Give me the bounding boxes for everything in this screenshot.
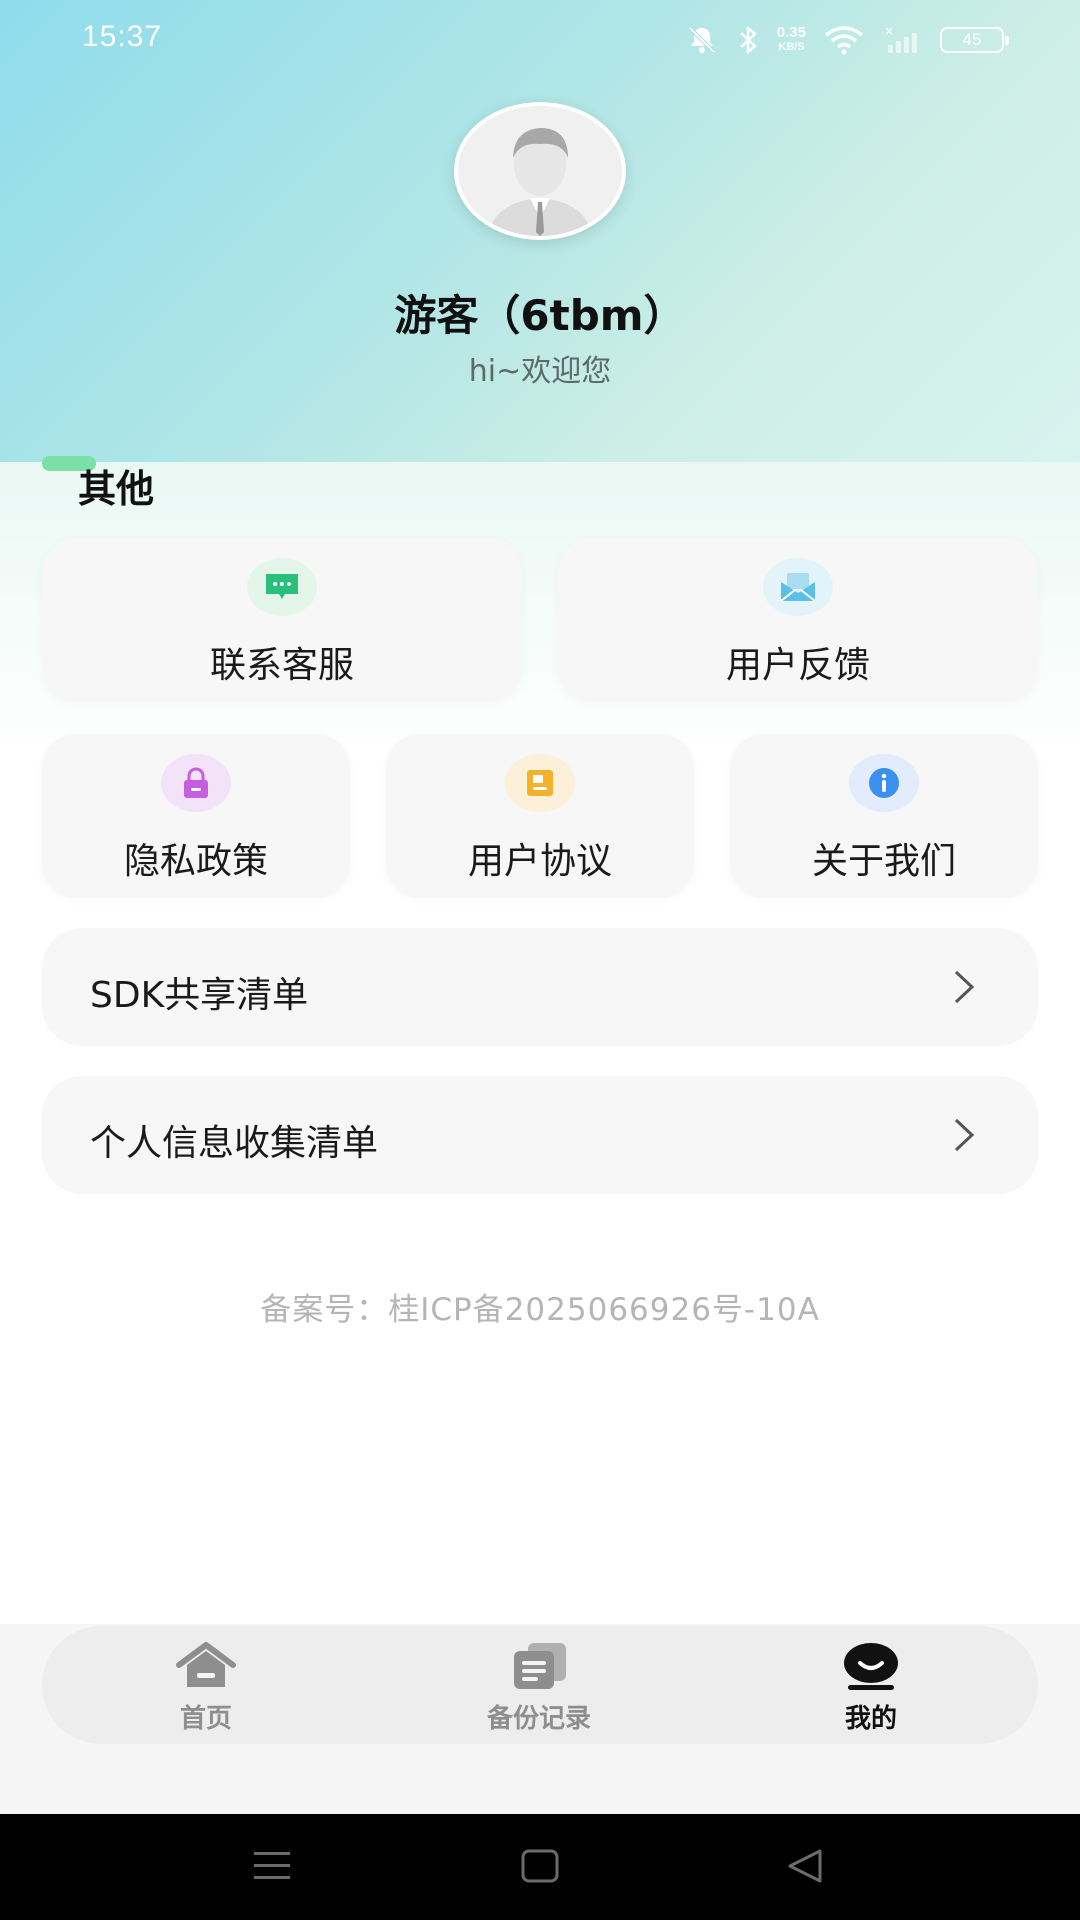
status-icons: 0.35 KB/S × 45 [685,20,1009,60]
status-bar: 15:37 0.35 KB/S × 45 [0,0,1080,76]
menu-icon[interactable] [252,1844,292,1892]
personal-info-list-row[interactable]: 个人信息收集清单 [42,1076,1038,1194]
chat-icon [247,558,317,616]
signal-icon: × [882,25,922,55]
nav-home[interactable]: 首页 [106,1640,306,1735]
section-title: 其他 [78,467,155,511]
chevron-right-icon [952,1116,976,1158]
user-agreement-label: 用户协议 [467,841,612,882]
nav-backup-records-label: 备份记录 [486,1704,591,1734]
nav-home-label: 首页 [179,1704,232,1734]
network-speed: 0.35 KB/S [777,25,806,55]
document-icon [505,754,575,812]
sdk-share-list-row[interactable]: SDK共享清单 [42,928,1038,1046]
avatar[interactable] [454,102,626,240]
info-icon [849,754,919,812]
backup-records-icon [439,1640,639,1692]
network-speed-unit: KB/S [778,41,805,53]
nav-mine[interactable]: 我的 [771,1640,971,1735]
nav-mine-label: 我的 [844,1704,897,1734]
profile-icon [771,1640,971,1692]
mute-bell-icon [685,23,719,57]
user-feedback-label: 用户反馈 [725,645,870,686]
battery-level: 45 [962,30,982,49]
svg-text:×: × [884,25,894,38]
privacy-policy-label: 隐私政策 [123,841,268,882]
user-agreement-card[interactable]: 用户协议 [386,734,694,898]
contact-support-label: 联系客服 [209,645,354,686]
network-speed-value: 0.35 [776,24,806,41]
bluetooth-icon [737,24,759,56]
battery-indicator: 45 [940,27,1009,53]
user-name: 游客（6tbm） [394,291,686,340]
mail-icon [763,558,833,616]
personal-info-list-label: 个人信息收集清单 [90,1123,379,1164]
home-icon [106,1640,306,1692]
system-nav-bar [0,1814,1080,1920]
user-greeting: hi~欢迎您 [468,354,612,389]
about-us-card[interactable]: 关于我们 [730,734,1038,898]
icp-record-text[interactable]: 备案号：桂ICP备2025066926号-10A [0,1284,1080,1329]
contact-support-card[interactable]: 联系客服 [42,538,522,702]
status-time: 15:37 [82,20,163,53]
chevron-right-icon [952,968,976,1010]
back-triangle-icon[interactable] [786,1844,826,1892]
nav-backup-records[interactable]: 备份记录 [439,1640,639,1735]
wifi-icon [824,25,864,55]
privacy-policy-card[interactable]: 隐私政策 [42,734,350,898]
user-avatar-icon [458,106,622,236]
home-square-icon[interactable] [520,1844,560,1892]
about-us-label: 关于我们 [811,841,956,882]
user-feedback-card[interactable]: 用户反馈 [558,538,1038,702]
sdk-share-list-label: SDK共享清单 [90,975,309,1016]
lock-icon [161,754,231,812]
